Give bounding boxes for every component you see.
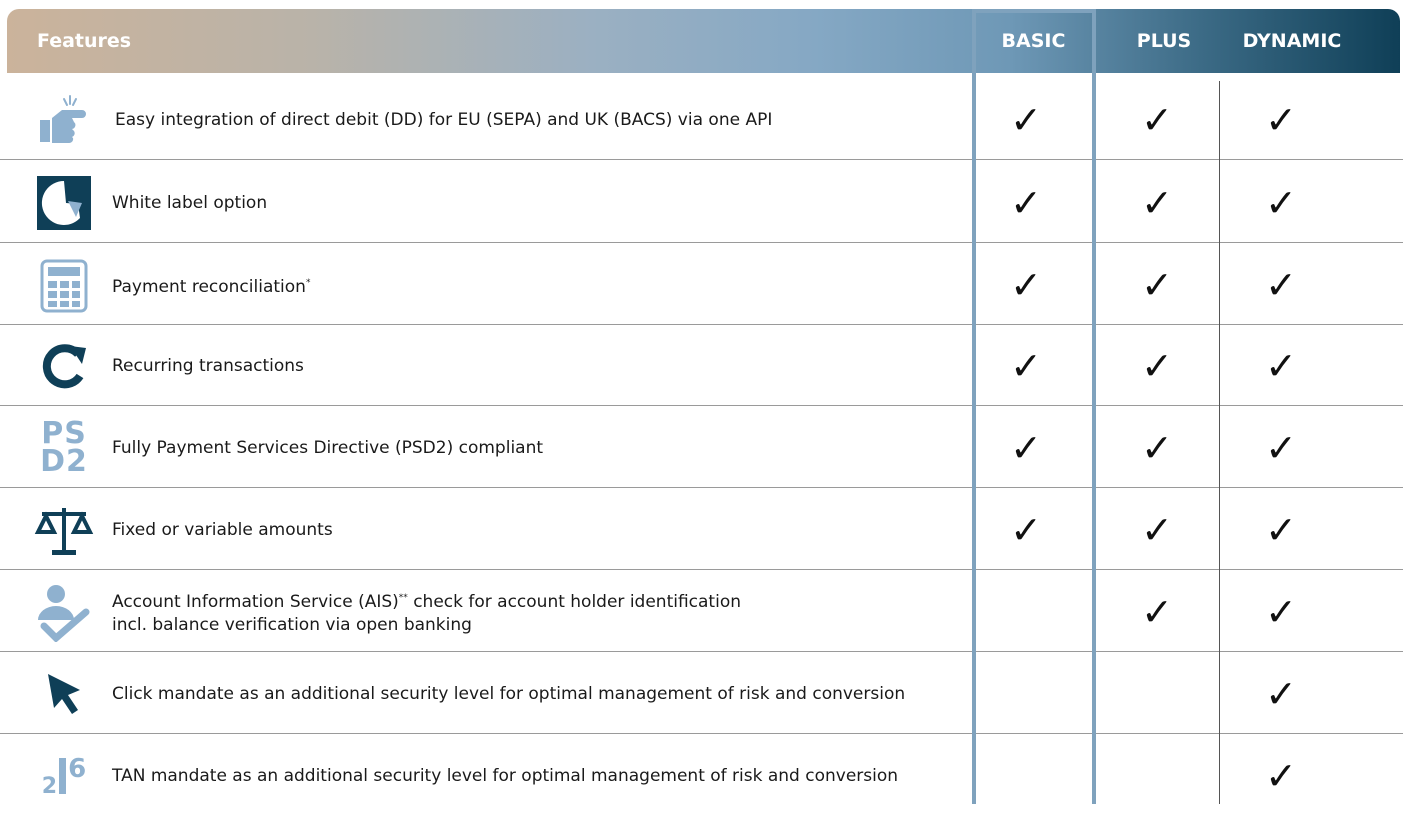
tan-divider [59, 757, 67, 794]
basic-check-icon: ✓ [1010, 425, 1042, 470]
basic-check-icon: ✓ [1010, 262, 1042, 307]
basic-check-icon: ✓ [1010, 180, 1042, 225]
header-basic: BASIC [1001, 30, 1066, 52]
dynamic-check-icon: ✓ [1265, 343, 1297, 388]
row-label: Account Information Service (AIS)** chec… [112, 586, 741, 638]
header-features: Features [37, 30, 132, 52]
tan-digit-big: 6 [68, 753, 87, 784]
plus-check-icon: ✓ [1141, 507, 1173, 552]
row-label: Recurring transactions [112, 355, 304, 376]
dynamic-check-icon: ✓ [1265, 753, 1297, 798]
basic-check-icon: ✓ [1010, 507, 1042, 552]
dynamic-check-icon: ✓ [1265, 97, 1297, 142]
row-label: Easy integration of direct debit (DD) fo… [115, 109, 773, 130]
footnote-marker: * [305, 277, 311, 288]
features-comparison-table: Features BASIC PLUS DYNAMIC Easy integra… [0, 0, 1403, 804]
dynamic-check-icon: ✓ [1265, 671, 1297, 716]
row-divider [0, 487, 1403, 488]
basic-column-top-border [976, 9, 1092, 13]
table-row: Easy integration of direct debit (DD) fo… [0, 79, 1403, 160]
calculator-icon [34, 255, 94, 315]
plus-check-icon: ✓ [1141, 425, 1173, 470]
plus-dynamic-divider [1219, 81, 1220, 804]
row-divider [0, 733, 1403, 734]
table-row: Recurring transactions ✓ ✓ ✓ [0, 325, 1403, 406]
table-header: Features BASIC PLUS DYNAMIC [7, 9, 1400, 73]
row-label-text: Account Information Service (AIS) [112, 591, 399, 612]
table-row: Fixed or variable amounts ✓ ✓ ✓ [0, 489, 1403, 570]
dynamic-check-icon: ✓ [1265, 425, 1297, 470]
cursor-arrow-icon [34, 664, 94, 724]
psd2-icon-bottom: D2 [40, 443, 88, 479]
header-dynamic: DYNAMIC [1242, 30, 1342, 52]
basic-check-icon: ✓ [1010, 343, 1042, 388]
table-row: Click mandate as an additional security … [0, 653, 1403, 734]
row-label-rest: check for account holder identification [407, 591, 741, 612]
row-label-text: Payment reconciliation [112, 276, 306, 297]
header-plus: PLUS [1136, 30, 1192, 52]
row-label: Fully Payment Services Directive (PSD2) … [112, 437, 544, 458]
plus-check-icon: ✓ [1141, 180, 1173, 225]
row-label: Payment reconciliation* [112, 271, 310, 299]
row-label: TAN mandate as an additional security le… [112, 765, 899, 786]
user-check-icon [34, 582, 94, 642]
row-label: Click mandate as an additional security … [112, 683, 906, 704]
row-label: Fixed or variable amounts [112, 519, 333, 540]
row-divider [0, 405, 1403, 406]
row-divider [0, 651, 1403, 652]
dynamic-check-icon: ✓ [1265, 262, 1297, 307]
row-label: White label option [112, 192, 268, 213]
footnote-marker: ** [398, 592, 408, 603]
table-row: White label option ✓ ✓ ✓ [0, 162, 1403, 243]
dynamic-check-icon: ✓ [1265, 589, 1297, 634]
basic-column-left-border [972, 9, 976, 804]
row-divider [0, 569, 1403, 570]
dynamic-check-icon: ✓ [1265, 180, 1297, 225]
pointing-hand-icon [34, 90, 94, 150]
table-row: Account Information Service (AIS)** chec… [0, 571, 1403, 652]
tan-digit-small: 2 [41, 774, 58, 799]
plus-check-icon: ✓ [1141, 262, 1173, 307]
table-row: Payment reconciliation* ✓ ✓ ✓ [0, 244, 1403, 325]
sticker-peel-icon [34, 173, 94, 233]
plus-check-icon: ✓ [1141, 589, 1173, 634]
row-divider [0, 242, 1403, 243]
refresh-icon [34, 336, 94, 396]
plus-check-icon: ✓ [1141, 343, 1173, 388]
row-divider [0, 159, 1403, 160]
dynamic-check-icon: ✓ [1265, 507, 1297, 552]
basic-check-icon: ✓ [1010, 97, 1042, 142]
psd2-icon: PS D2 [34, 418, 94, 478]
table-row: PS D2 Fully Payment Services Directive (… [0, 407, 1403, 488]
basic-column-right-border [1092, 9, 1096, 804]
tan-number-icon: 2 6 [34, 746, 94, 806]
row-label-line2: incl. balance verification via open bank… [112, 615, 472, 636]
balance-scale-icon [34, 500, 94, 560]
plus-check-icon: ✓ [1141, 97, 1173, 142]
